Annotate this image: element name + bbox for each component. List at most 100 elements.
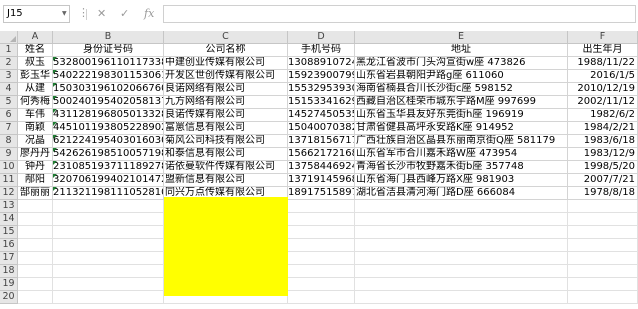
table-cell[interactable]: 13758446924 xyxy=(288,161,355,174)
row-header-7[interactable]: 7 xyxy=(0,122,18,135)
table-cell[interactable]: 2007/7/21 xyxy=(568,174,638,187)
table-cell[interactable]: 15923900799 xyxy=(288,70,355,83)
table-cell[interactable]: 彭玉华 xyxy=(18,70,53,83)
enter-icon[interactable]: ✓ xyxy=(120,8,129,20)
row-header-2[interactable]: 2 xyxy=(0,57,18,70)
row-header-19[interactable]: 19 xyxy=(0,278,18,291)
table-cell[interactable]: 445101193805228902 xyxy=(53,122,164,135)
empty-cell[interactable] xyxy=(53,226,164,239)
table-cell[interactable]: 郜丽丽 xyxy=(18,187,53,200)
table-cell[interactable]: 富罳信息有限公司 xyxy=(164,122,288,135)
table-cell[interactable]: 15532953930 xyxy=(288,83,355,96)
table-cell[interactable]: 540222198301153061 xyxy=(53,70,164,83)
table-cell[interactable]: 和泰信息有限公司 xyxy=(164,148,288,161)
table-cell[interactable]: 南颖 xyxy=(18,122,53,135)
empty-cell[interactable] xyxy=(18,213,53,226)
table-cell[interactable]: 开发区世创传媒有限公司 xyxy=(164,70,288,83)
empty-cell[interactable] xyxy=(18,239,53,252)
row-header-10[interactable]: 10 xyxy=(0,161,18,174)
table-cell[interactable]: 山东省玉华县友好东莞街h座 196919 xyxy=(355,109,568,122)
table-cell[interactable]: 良诺网络有限公司 xyxy=(164,83,288,96)
table-cell[interactable]: 黑龙江省波市门头沟宣街w座 473826 xyxy=(355,57,568,70)
table-cell[interactable]: 15153341629 xyxy=(288,96,355,109)
column-header-b[interactable]: B xyxy=(53,31,164,44)
column-header-f[interactable]: F xyxy=(568,31,638,44)
table-cell[interactable]: 湖北省洁县清河海门路D座 666084 xyxy=(355,187,568,200)
row-header-13[interactable]: 13 xyxy=(0,200,18,213)
table-cell[interactable]: 13718156717 xyxy=(288,135,355,148)
row-header-6[interactable]: 6 xyxy=(0,109,18,122)
more-options-icon[interactable]: ⋮ xyxy=(78,7,89,19)
table-cell[interactable]: 诺依曼软件传媒有限公司 xyxy=(164,161,288,174)
row-header-18[interactable]: 18 xyxy=(0,265,18,278)
table-cell[interactable]: 2010/12/19 xyxy=(568,83,638,96)
empty-cell[interactable] xyxy=(355,239,568,252)
empty-cell[interactable] xyxy=(288,278,355,291)
empty-cell[interactable] xyxy=(355,213,568,226)
row-header-5[interactable]: 5 xyxy=(0,96,18,109)
table-cell[interactable]: 431128196805013328 xyxy=(53,109,164,122)
empty-cell[interactable] xyxy=(53,239,164,252)
row-header-9[interactable]: 9 xyxy=(0,148,18,161)
empty-cell[interactable] xyxy=(288,213,355,226)
row-header-20[interactable]: 20 xyxy=(0,291,18,304)
empty-cell[interactable] xyxy=(288,226,355,239)
empty-cell[interactable] xyxy=(18,278,53,291)
empty-cell[interactable] xyxy=(355,265,568,278)
empty-cell[interactable] xyxy=(288,239,355,252)
table-cell[interactable]: 1988/11/22 xyxy=(568,57,638,70)
table-cell[interactable]: 甘肃省健县高坪永安路K座 914952 xyxy=(355,122,568,135)
table-cell[interactable]: 15662172168 xyxy=(288,148,355,161)
table-cell[interactable]: 中建创业传媒有限公司 xyxy=(164,57,288,70)
table-cell[interactable]: 1984/2/21 xyxy=(568,122,638,135)
column-header-e[interactable]: E xyxy=(355,31,568,44)
empty-cell[interactable] xyxy=(355,278,568,291)
empty-cell[interactable] xyxy=(18,252,53,265)
table-cell[interactable]: 15040070382 xyxy=(288,122,355,135)
table-cell[interactable]: 山东省军市合川嘉禾路W座 473954 xyxy=(355,148,568,161)
empty-cell[interactable] xyxy=(568,239,638,252)
table-cell[interactable]: 西藏自治区桂荣市城东宇路M座 997699 xyxy=(355,96,568,109)
table-cell[interactable]: 542626198510057198 xyxy=(53,148,164,161)
empty-cell[interactable] xyxy=(288,252,355,265)
table-cell[interactable]: 从建 xyxy=(18,83,53,96)
table-cell[interactable]: 621224195403016030X xyxy=(53,135,164,148)
row-header-12[interactable]: 12 xyxy=(0,187,18,200)
table-cell[interactable]: 13719145968 xyxy=(288,174,355,187)
empty-cell[interactable] xyxy=(568,265,638,278)
empty-cell[interactable] xyxy=(288,265,355,278)
row-header-16[interactable]: 16 xyxy=(0,239,18,252)
empty-cell[interactable] xyxy=(53,291,164,304)
table-header-cell[interactable]: 地址 xyxy=(355,44,568,57)
table-cell[interactable]: 良诺传媒有限公司 xyxy=(164,109,288,122)
table-cell[interactable]: 青海省长沙市牧野嘉禾街b座 357748 xyxy=(355,161,568,174)
table-cell[interactable]: 1983/6/18 xyxy=(568,135,638,148)
table-cell[interactable]: 1983/12/9 xyxy=(568,148,638,161)
empty-cell[interactable] xyxy=(568,291,638,304)
empty-cell[interactable] xyxy=(568,278,638,291)
table-cell[interactable]: 18917515897 xyxy=(288,187,355,200)
empty-cell[interactable] xyxy=(53,200,164,213)
table-cell[interactable]: 150303196102066760 xyxy=(53,83,164,96)
empty-cell[interactable] xyxy=(53,278,164,291)
table-cell[interactable]: 532800196110117338 xyxy=(53,57,164,70)
row-header-11[interactable]: 11 xyxy=(0,174,18,187)
table-cell[interactable]: 钟丹 xyxy=(18,161,53,174)
row-header-1[interactable]: 1 xyxy=(0,44,18,57)
select-all-button[interactable] xyxy=(0,31,18,44)
row-header-8[interactable]: 8 xyxy=(0,135,18,148)
row-header-3[interactable]: 3 xyxy=(0,70,18,83)
empty-cell[interactable] xyxy=(53,252,164,265)
table-cell[interactable]: 1978/8/18 xyxy=(568,187,638,200)
table-cell[interactable]: 廖丹丹 xyxy=(18,148,53,161)
empty-cell[interactable] xyxy=(355,252,568,265)
empty-cell[interactable] xyxy=(53,213,164,226)
table-cell[interactable]: 菊风公司科技有限公司 xyxy=(164,135,288,148)
formula-input[interactable] xyxy=(163,5,636,23)
name-box-dropdown-icon[interactable]: ▼ xyxy=(62,10,67,17)
table-cell[interactable]: 13088910724 xyxy=(288,57,355,70)
table-cell[interactable]: 车伟 xyxy=(18,109,53,122)
column-header-a[interactable]: A xyxy=(18,31,53,44)
empty-cell[interactable] xyxy=(18,226,53,239)
table-cell[interactable]: 2016/1/5 xyxy=(568,70,638,83)
